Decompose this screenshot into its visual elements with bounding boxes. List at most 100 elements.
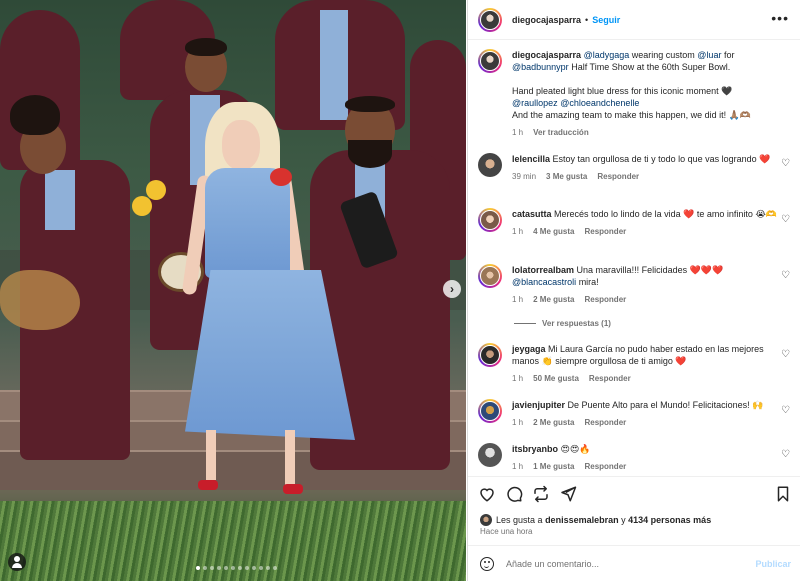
comment-like-heart-icon[interactable]: ♡ — [781, 159, 791, 169]
commenter-avatar[interactable] — [478, 153, 502, 177]
mention-link[interactable]: @blancacastroli — [512, 277, 576, 287]
comment-item: itsbryanbo 😍😍🔥 1 h 1 Me gusta Responder — [478, 443, 796, 473]
comment-emoji: ❤️ — [675, 356, 687, 366]
author-username[interactable]: diegocajasparra — [512, 15, 581, 25]
send-icon[interactable] — [559, 485, 577, 503]
translate-link[interactable]: Ver traducción — [533, 127, 589, 139]
comment-likes[interactable]: 4 Me gusta — [533, 226, 574, 238]
comment-likes[interactable]: 50 Me gusta — [533, 373, 579, 385]
comment-time: 1 h — [512, 374, 524, 383]
carousel-dot — [210, 566, 214, 570]
likes-summary[interactable]: Les gusta a denissemalebran y 4134 perso… — [480, 514, 711, 526]
comment-item: lolatorrealbam Una maravilla!!! Felicida… — [478, 264, 796, 306]
comment-item: lelencilla Estoy tan orgullosa de ti y t… — [478, 153, 796, 183]
comment-emoji: 🙌 — [752, 400, 764, 410]
next-photo-chevron-icon[interactable]: › — [443, 280, 461, 298]
caption-fragment: for — [723, 50, 735, 60]
mention-link[interactable]: @chloeandchenelle — [560, 98, 639, 108]
liker-username[interactable]: denissemalebran — [545, 515, 619, 525]
comment-text: mira! — [578, 277, 599, 287]
commenter-avatar[interactable] — [478, 208, 502, 232]
reply-button[interactable]: Responder — [597, 171, 639, 183]
commenter-username[interactable]: itsbryanbo — [512, 444, 558, 454]
bookmark-icon[interactable] — [774, 485, 792, 503]
liker-avatar — [480, 514, 492, 526]
comment-text: Una maravilla!!! Felicidades — [576, 265, 688, 275]
musician-shirt — [45, 170, 75, 230]
comments-list[interactable]: diegocajasparra @ladygaga wearing custom… — [468, 41, 800, 475]
comment-likes[interactable]: 2 Me gusta — [533, 294, 574, 306]
mention-link[interactable]: @badbunnypr — [512, 62, 569, 72]
comment-like-heart-icon[interactable]: ♡ — [781, 406, 791, 416]
musician-hair — [10, 95, 60, 135]
commenter-username[interactable]: catasutta — [512, 209, 552, 219]
commenter-avatar[interactable] — [478, 399, 502, 423]
comment-item: catasutta Merecés todo lo lindo de la vi… — [478, 208, 796, 238]
comment-item: jeygaga Mi Laura García no pudo haber es… — [478, 343, 796, 385]
carousel-dot — [259, 566, 263, 570]
singer-leg — [206, 430, 216, 480]
caption-username[interactable]: diegocajasparra — [512, 50, 581, 60]
carousel-dot — [238, 566, 242, 570]
comment-time: 1 h — [512, 227, 524, 236]
commenter-avatar[interactable] — [478, 343, 502, 367]
caption-fragment: wearing custom — [631, 50, 695, 60]
replies-line — [514, 323, 536, 324]
red-shoe — [283, 484, 303, 494]
comment-input[interactable] — [506, 558, 736, 569]
comment-likes[interactable]: 2 Me gusta — [533, 417, 574, 429]
likes-count[interactable]: 4134 personas más — [628, 515, 711, 525]
comment-likes[interactable]: 1 Me gusta — [533, 461, 574, 473]
caption-line: Hand pleated light blue dress for this i… — [512, 86, 733, 96]
commenter-username[interactable]: javienjupiter — [512, 400, 565, 410]
musician-hair — [345, 96, 395, 112]
mention-link[interactable]: @luar — [697, 50, 721, 60]
carousel-indicator — [196, 566, 277, 570]
commenter-avatar[interactable] — [478, 264, 502, 288]
carousel-dot — [252, 566, 256, 570]
reply-button[interactable]: Responder — [584, 461, 626, 473]
heart-icon[interactable] — [478, 485, 496, 503]
maraca — [132, 196, 152, 216]
more-horizontal-icon[interactable]: ••• — [771, 11, 789, 25]
comment-icon[interactable] — [505, 485, 523, 503]
red-flower — [270, 168, 292, 186]
post-side-panel: diegocajasparra • Seguir ••• diegocajasp… — [467, 0, 800, 581]
reply-button[interactable]: Responder — [584, 417, 626, 429]
instagram-post-view: › diegocajasparra • Seguir ••• diegocaja… — [0, 0, 800, 581]
comment-emoji: 😭🫶 — [755, 209, 778, 219]
singer-face — [222, 120, 260, 170]
mention-link[interactable]: @raullopez — [512, 98, 558, 108]
musician-beard — [348, 140, 392, 168]
comment-like-heart-icon[interactable]: ♡ — [781, 450, 791, 460]
comment-likes[interactable]: 3 Me gusta — [546, 171, 587, 183]
maraca — [146, 180, 166, 200]
commenter-avatar[interactable] — [478, 443, 502, 467]
comment-like-heart-icon[interactable]: ♡ — [781, 215, 791, 225]
author-avatar[interactable] — [478, 49, 502, 73]
comment-emoji: ❤️❤️❤️ — [689, 265, 724, 275]
reply-button[interactable]: Responder — [584, 294, 626, 306]
commenter-username[interactable]: lelencilla — [512, 154, 550, 164]
view-replies-button[interactable]: Ver respuestas (1) — [514, 319, 611, 328]
add-comment-bar: Publicar — [468, 545, 800, 581]
commenter-username[interactable]: lolatorrealbam — [512, 265, 574, 275]
emoji-icon[interactable] — [480, 556, 494, 571]
likes-prefix: Les gusta a — [496, 515, 543, 525]
comment-text: Merecés todo lo lindo de la vida — [554, 209, 681, 219]
comment-like-heart-icon[interactable]: ♡ — [781, 271, 791, 281]
author-avatar[interactable] — [478, 7, 502, 32]
view-replies-label: Ver respuestas (1) — [542, 319, 611, 328]
tagged-users-icon[interactable] — [8, 553, 26, 571]
repost-icon[interactable] — [532, 485, 550, 503]
follow-button[interactable]: Seguir — [592, 15, 620, 25]
publish-button[interactable]: Publicar — [755, 559, 791, 569]
commenter-username[interactable]: jeygaga — [512, 344, 546, 354]
comment-like-heart-icon[interactable]: ♡ — [781, 350, 791, 360]
reply-button[interactable]: Responder — [584, 226, 626, 238]
comment-text: Estoy tan orgullosa de ti y todo lo que … — [552, 154, 757, 164]
caption-fragment: Half Time Show at the 60th Super Bowl. — [571, 62, 731, 72]
post-photo[interactable]: › — [0, 0, 466, 581]
reply-button[interactable]: Responder — [589, 373, 631, 385]
mention-link[interactable]: @ladygaga — [584, 50, 630, 60]
